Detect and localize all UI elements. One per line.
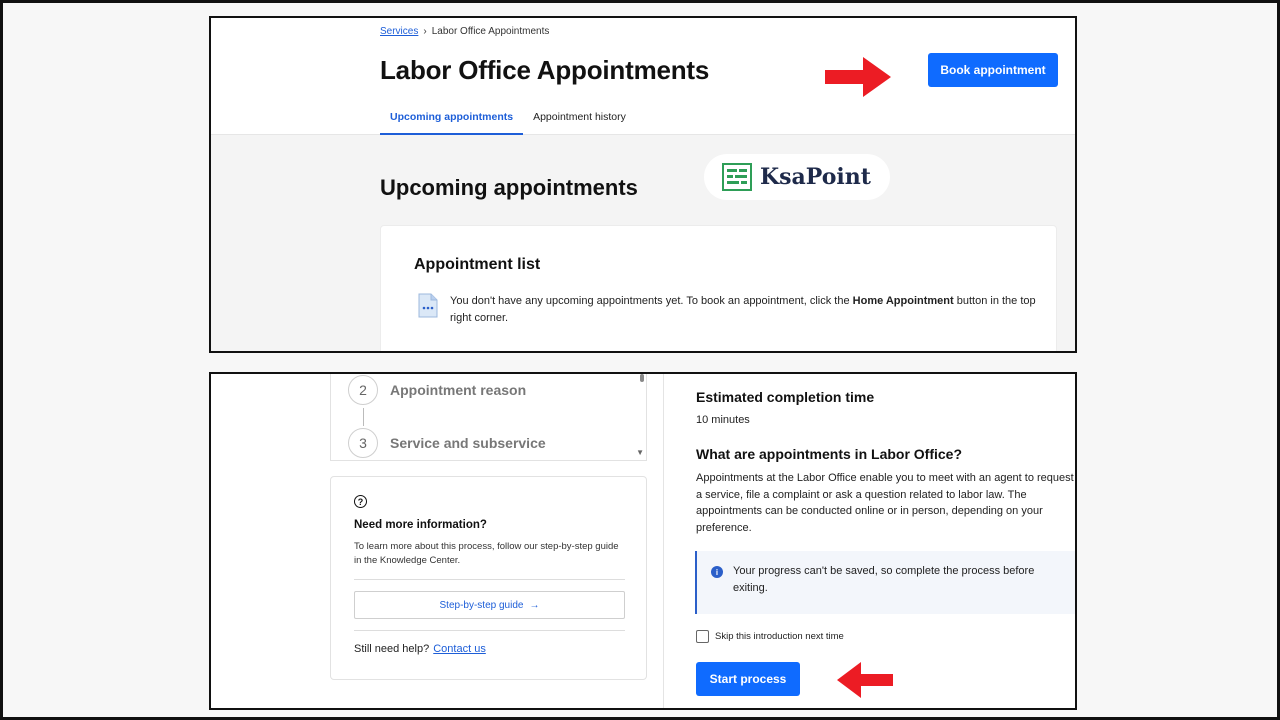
question-mark-icon: ?	[354, 495, 367, 508]
process-intro-panel: 2 Appointment reason 3 Service and subse…	[209, 372, 1077, 710]
breadcrumb: Services › Labor Office Appointments	[380, 26, 549, 37]
ksapoint-logo-icon	[722, 163, 752, 191]
notice-text-bold: Home Appointment	[852, 295, 954, 307]
step-appointment-reason[interactable]: 2 Appointment reason	[348, 375, 526, 405]
what-are-appointments-text: Appointments at the Labor Office enable …	[696, 472, 1074, 534]
skip-intro-checkbox[interactable]	[696, 630, 709, 643]
tab-bar: Upcoming appointments Appointment histor…	[380, 105, 636, 135]
need-more-info-card: ? Need more information? To learn more a…	[330, 476, 647, 680]
progress-warning-text: Your progress can't be saved, so complet…	[733, 565, 1035, 594]
contact-us-link[interactable]: Contact us	[433, 643, 486, 655]
scrollbar-thumb[interactable]	[640, 374, 644, 382]
tab-appointment-history[interactable]: Appointment history	[523, 105, 636, 135]
page-title: Labor Office Appointments	[380, 55, 710, 85]
column-divider	[663, 374, 664, 708]
start-process-button[interactable]: Start process	[696, 662, 800, 696]
skip-intro-label: Skip this introduction next time	[715, 631, 844, 642]
document-icon	[418, 293, 438, 318]
step-service-and-subservice[interactable]: 3 Service and subservice	[348, 428, 546, 458]
appointment-list-card: Appointment list You don't have any upco…	[380, 225, 1057, 351]
steps-list: 2 Appointment reason 3 Service and subse…	[330, 374, 647, 461]
step-label: Service and subservice	[390, 435, 546, 451]
arrow-right-icon: →	[529, 599, 540, 611]
page-header: Services › Labor Office Appointments Lab…	[211, 18, 1075, 135]
page-body: Upcoming appointments KsaPoint Appointme…	[211, 135, 1075, 351]
need-more-info-title: Need more information?	[354, 519, 487, 531]
estimated-time-value: 10 minutes	[696, 414, 750, 426]
step-number: 3	[348, 428, 378, 458]
step-number: 2	[348, 375, 378, 405]
what-are-appointments-title: What are appointments in Labor Office?	[696, 446, 963, 462]
section-title: Upcoming appointments	[380, 175, 638, 200]
estimated-time-title: Estimated completion time	[696, 389, 875, 405]
left-pointing-red-arrow-icon	[837, 662, 893, 698]
step-label: Appointment reason	[390, 382, 527, 398]
screenshot-frame: Services › Labor Office Appointments Lab…	[0, 0, 1280, 720]
ksapoint-watermark-logo: KsaPoint	[704, 154, 890, 200]
appointment-list-title: Appointment list	[414, 256, 541, 273]
breadcrumb-separator: ›	[423, 26, 427, 37]
progress-warning-alert: i Your progress can't be saved, so compl…	[695, 551, 1075, 614]
divider	[354, 630, 625, 631]
right-pointing-red-arrow-icon	[825, 57, 891, 97]
divider	[354, 579, 625, 580]
still-need-help: Still need help? Contact us	[354, 643, 486, 655]
scroll-down-arrow-icon[interactable]: ▼	[636, 448, 644, 457]
appointments-page-panel: Services › Labor Office Appointments Lab…	[209, 16, 1077, 353]
step-by-step-guide-button[interactable]: Step-by-step guide →	[354, 591, 625, 619]
breadcrumb-services-link[interactable]: Services	[380, 26, 418, 37]
need-more-info-text: To learn more about this process, follow…	[354, 541, 619, 566]
step-connector	[363, 408, 364, 426]
guide-button-label: Step-by-step guide	[439, 599, 524, 611]
skip-intro-checkbox-row[interactable]: Skip this introduction next time	[696, 630, 844, 643]
still-need-help-text: Still need help?	[354, 643, 430, 655]
no-appointments-notice: You don't have any upcoming appointments…	[450, 293, 1040, 327]
ksapoint-logo-text: KsaPoint	[760, 164, 871, 190]
notice-text-start: You don't have any upcoming appointments…	[450, 295, 853, 307]
book-appointment-button[interactable]: Book appointment	[928, 53, 1058, 87]
tab-upcoming-appointments[interactable]: Upcoming appointments	[380, 105, 524, 135]
info-icon: i	[711, 566, 723, 578]
breadcrumb-current: Labor Office Appointments	[431, 26, 550, 37]
